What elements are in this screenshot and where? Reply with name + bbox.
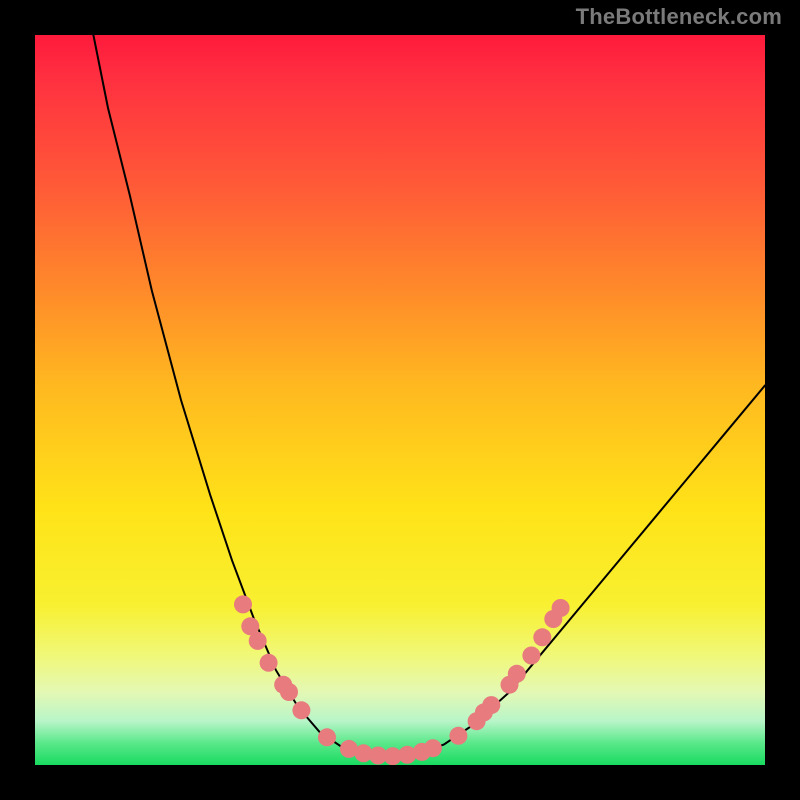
- watermark-text: TheBottleneck.com: [576, 4, 782, 30]
- data-marker: [249, 632, 267, 650]
- data-marker: [552, 599, 570, 617]
- data-marker: [508, 665, 526, 683]
- data-marker: [318, 728, 336, 746]
- marker-layer: [234, 595, 570, 765]
- data-marker: [533, 628, 551, 646]
- data-marker: [260, 654, 278, 672]
- chart-overlay-svg: [35, 35, 765, 765]
- curve-right-curve: [385, 385, 765, 756]
- data-marker: [449, 727, 467, 745]
- plot-area: [35, 35, 765, 765]
- data-marker: [482, 696, 500, 714]
- data-marker: [234, 595, 252, 613]
- chart-frame: TheBottleneck.com: [0, 0, 800, 800]
- curve-layer: [93, 35, 765, 756]
- curve-left-curve: [93, 35, 385, 756]
- data-marker: [522, 647, 540, 665]
- data-marker: [280, 683, 298, 701]
- data-marker: [424, 739, 442, 757]
- data-marker: [292, 701, 310, 719]
